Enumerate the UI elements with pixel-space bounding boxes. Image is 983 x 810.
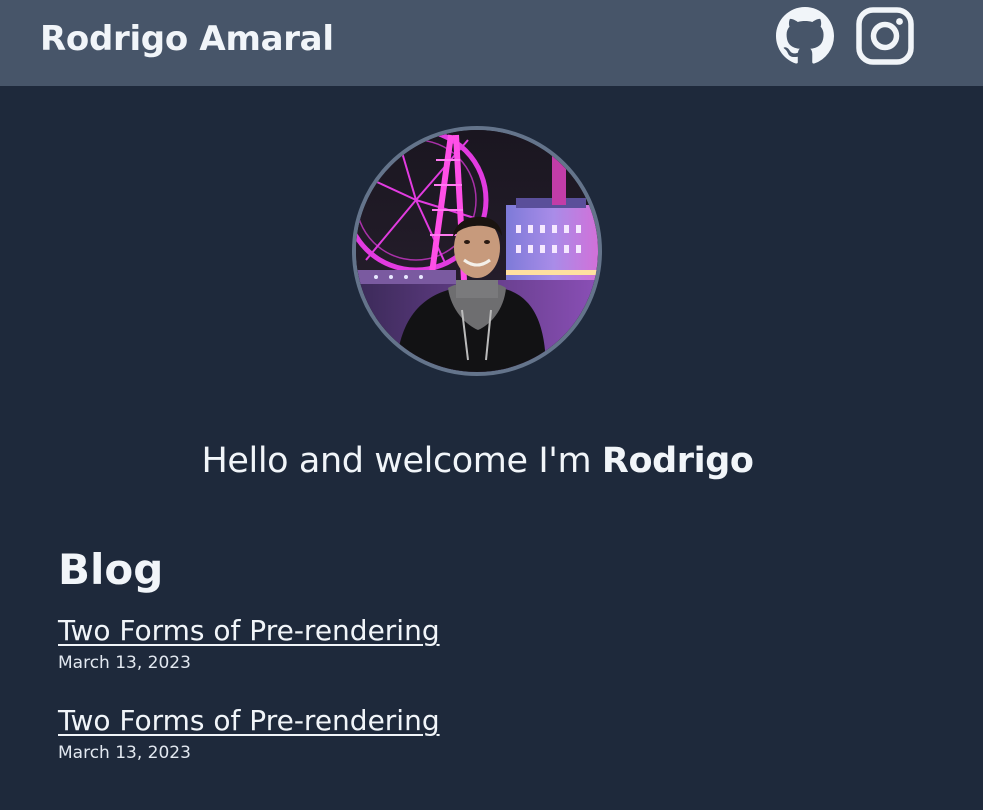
blog-post-link[interactable]: Two Forms of Pre-rendering [58,614,440,648]
site-title-link[interactable]: Rodrigo Amaral [40,17,334,61]
welcome-greeting: Hello and welcome I'm Rodrigo [0,438,955,484]
blog-post-date: March 13, 2023 [58,653,191,673]
profile-photo [356,130,598,372]
github-link[interactable] [776,7,834,65]
blog-post-item: Two Forms of Pre-rendering March 13, 202… [58,704,440,764]
instagram-link[interactable] [856,7,914,65]
github-icon [776,7,834,64]
blog-post-item: Two Forms of Pre-rendering March 13, 202… [58,614,440,674]
blog-post-link[interactable]: Two Forms of Pre-rendering [58,704,440,738]
greeting-name: Rodrigo [601,441,754,481]
greeting-text: Hello and welcome I'm [201,441,602,481]
instagram-icon [856,7,914,65]
blog-heading: Blog [58,545,164,594]
blog-post-date: March 13, 2023 [58,743,191,763]
top-navigation-bar: Rodrigo Amaral [0,0,983,86]
profile-avatar [352,126,602,376]
